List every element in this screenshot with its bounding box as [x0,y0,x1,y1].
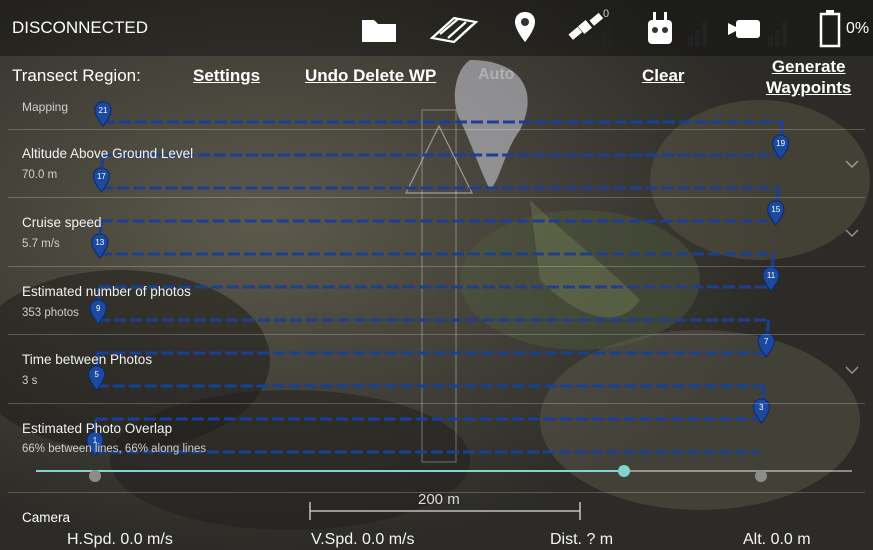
horizontal-speed: H.Spd. 0.0 m/s [67,531,173,548]
battery-icon [819,10,841,48]
waypoint-number: 11 [767,271,776,280]
waypoint-number: 3 [759,403,764,412]
waypoint-number: 21 [99,106,108,115]
remote-controller-icon [648,12,707,46]
slider-fill [36,470,624,472]
setting-value: 66% between lines, 66% along lines [22,443,207,455]
waypoint-number: 9 [96,304,101,313]
scale-bar-label: 200 m [418,491,460,508]
transect-region-label: Transect Region: [12,66,141,85]
waypoint-number: 19 [776,139,785,148]
settings-button[interactable]: Settings [193,66,260,86]
chevron-down-icon[interactable] [845,160,859,168]
divider [8,129,865,130]
setting-label: Altitude Above Ground Level [22,146,194,161]
setting-label: Estimated number of photos [22,284,191,299]
divider [8,334,865,335]
location-pin-icon[interactable] [512,8,538,48]
setting-label: Estimated Photo Overlap [22,421,173,436]
overlap-slider[interactable] [36,463,852,479]
altitude: Alt. 0.0 m [743,531,811,548]
waypoint-number: 15 [771,205,780,214]
setting-label: Cruise speed [22,215,102,230]
battery-percent: 0% [846,20,870,37]
transect-action-bar: Transect Region: Settings Undo Delete WP… [0,56,873,100]
waypoint-number: 7 [764,337,769,346]
camera-label[interactable]: Camera [22,510,70,525]
setting-label: Time between Photos [22,352,153,367]
waypoint-number: 5 [94,370,99,379]
path-start-handle[interactable] [89,470,101,482]
generate-waypoints-button[interactable]: Generate Waypoints [766,56,851,98]
divider [8,403,865,404]
chevron-down-icon[interactable] [845,229,859,237]
folder-icon[interactable] [360,8,398,48]
top-status-bar: DISCONNECTED 0 0% [0,0,873,56]
waypoint-number: 17 [97,172,106,181]
setting-value: 3 s [22,375,38,387]
telemetry-bar: H.Spd. 0.0 m/s V.Spd. 0.0 m/s Dist. ? m … [0,528,873,550]
waypoint-number: 13 [95,238,104,247]
mapping-label: Mapping [22,100,69,114]
clear-button[interactable]: Clear [642,66,685,86]
connection-status: DISCONNECTED [12,18,149,37]
satellite-count: 0 [603,8,610,20]
generate-line1: Generate [771,57,846,76]
map-layers-icon[interactable] [428,8,480,48]
path-end-handle[interactable] [755,470,767,482]
setting-value: 353 photos [22,307,79,319]
slider-thumb[interactable] [617,465,630,477]
auto-button[interactable]: Auto [478,66,514,84]
chevron-down-icon[interactable] [845,366,859,374]
camera-icon [728,20,787,46]
setting-value: 5.7 m/s [22,238,60,250]
generate-line2: Waypoints [766,78,852,97]
divider [8,266,865,267]
undo-delete-wp-button[interactable]: Undo Delete WP [305,66,436,86]
distance: Dist. ? m [550,531,614,548]
vertical-speed: V.Spd. 0.0 m/s [311,531,415,548]
divider [8,197,865,198]
setting-value: 70.0 m [22,169,58,181]
